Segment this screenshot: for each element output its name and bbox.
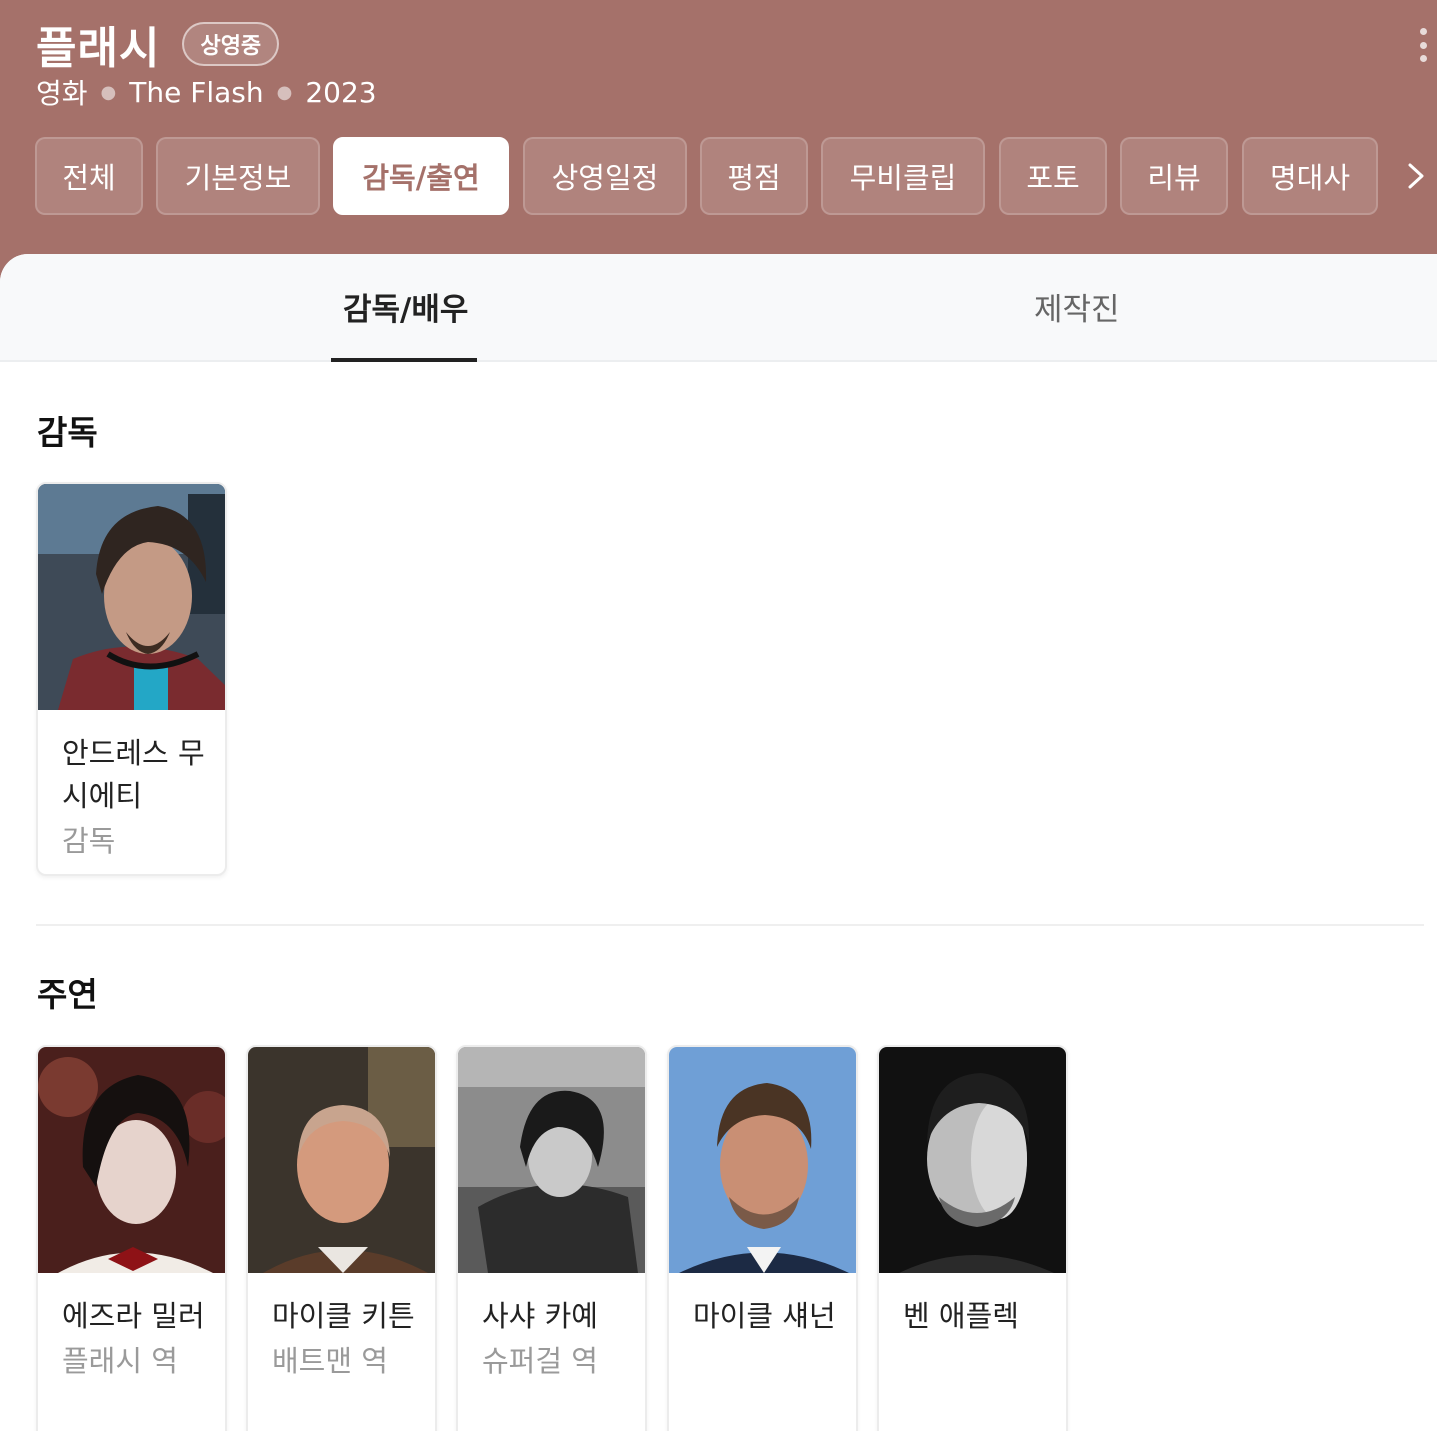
person-name: 에즈라 밀러 플래시 역 xyxy=(62,1295,207,1384)
person-photo-image xyxy=(669,1047,856,1273)
subtab-director-actor[interactable]: 감독/배우 xyxy=(343,284,468,329)
subtab-active-indicator xyxy=(331,358,477,362)
person-name: 벤 애플렉 xyxy=(903,1295,1048,1338)
meta-separator-dot: ● xyxy=(276,81,293,103)
person-card[interactable]: 마이클 섀넌 xyxy=(667,1045,858,1431)
person-name-text: 사샤 카예 xyxy=(482,1299,598,1333)
person-photo-image xyxy=(248,1047,435,1273)
subtab-bar: 감독/배우 제작진 xyxy=(0,254,1437,362)
tab-movie-clip[interactable]: 무비클립 xyxy=(821,137,985,215)
person-name: 마이클 키튼 배트맨 역 xyxy=(272,1295,417,1384)
person-photo-image xyxy=(38,484,225,710)
person-name: 사샤 카예 슈퍼걸 역 xyxy=(482,1295,627,1384)
person-photo-image xyxy=(38,1047,225,1273)
person-photo-image xyxy=(458,1047,645,1273)
person-photo-image xyxy=(879,1047,1066,1273)
person-photo xyxy=(38,1047,225,1273)
tab-quotes[interactable]: 명대사 xyxy=(1242,137,1378,215)
person-name-text: 에즈라 밀러 xyxy=(62,1299,205,1333)
tab-rating[interactable]: 평점 xyxy=(700,137,808,215)
person-card[interactable]: 사샤 카예 슈퍼걸 역 xyxy=(456,1045,647,1431)
tab-all[interactable]: 전체 xyxy=(35,137,143,215)
meta-type: 영화 xyxy=(36,77,88,110)
tab-review[interactable]: 리뷰 xyxy=(1120,137,1228,215)
person-name-text: 마이클 키튼 xyxy=(272,1299,415,1333)
subtab-crew[interactable]: 제작진 xyxy=(1034,284,1120,329)
meta-separator-dot: ● xyxy=(100,81,117,103)
person-name: 마이클 섀넌 xyxy=(693,1295,838,1338)
person-name-text: 마이클 섀넌 xyxy=(693,1299,836,1333)
person-name: 안드레스 무시에티 감독 xyxy=(62,732,207,864)
person-photo xyxy=(879,1047,1066,1273)
person-name-text: 안드레스 무시에티 xyxy=(62,736,205,813)
more-icon[interactable] xyxy=(1417,28,1429,62)
person-photo xyxy=(38,484,225,710)
title-row: 플래시 상영중 xyxy=(36,12,280,76)
person-photo xyxy=(458,1047,645,1273)
person-card[interactable]: 안드레스 무시에티 감독 xyxy=(36,482,227,876)
person-role: 배트맨 역 xyxy=(272,1344,388,1378)
chevron-right-icon[interactable] xyxy=(1404,160,1428,192)
status-badge: 상영중 xyxy=(182,22,280,66)
person-card[interactable]: 에즈라 밀러 플래시 역 xyxy=(36,1045,227,1431)
person-name-text: 벤 애플렉 xyxy=(903,1299,1019,1333)
person-photo xyxy=(248,1047,435,1273)
section-title-director: 감독 xyxy=(37,413,98,452)
meta-year: 2023 xyxy=(305,75,377,109)
person-role: 플래시 역 xyxy=(62,1344,178,1378)
section-divider xyxy=(36,924,1424,926)
tab-cast[interactable]: 감독/출연 xyxy=(333,137,509,215)
tab-photo[interactable]: 포토 xyxy=(999,137,1107,215)
person-photo xyxy=(669,1047,856,1273)
person-card[interactable]: 마이클 키튼 배트맨 역 xyxy=(246,1045,437,1431)
page-title: 플래시 xyxy=(36,23,161,74)
tab-basic-info[interactable]: 기본정보 xyxy=(156,137,320,215)
meta-row: 영화 ● The Flash ● 2023 xyxy=(36,72,377,112)
section-title-cast: 주연 xyxy=(37,975,98,1014)
person-role: 슈퍼걸 역 xyxy=(482,1344,598,1378)
header: 플래시 상영중 영화 ● The Flash ● 2023 전체 기본정보 감독… xyxy=(0,0,1437,290)
person-role: 감독 xyxy=(62,824,116,858)
meta-original-title: The Flash xyxy=(129,75,264,109)
content-panel: 감독/배우 제작진 감독 안드레스 무시에티 감독 주연 에즈라 밀러 플래시 … xyxy=(0,254,1437,1431)
tab-schedule[interactable]: 상영일정 xyxy=(523,137,687,215)
person-card[interactable]: 벤 애플렉 xyxy=(877,1045,1068,1431)
